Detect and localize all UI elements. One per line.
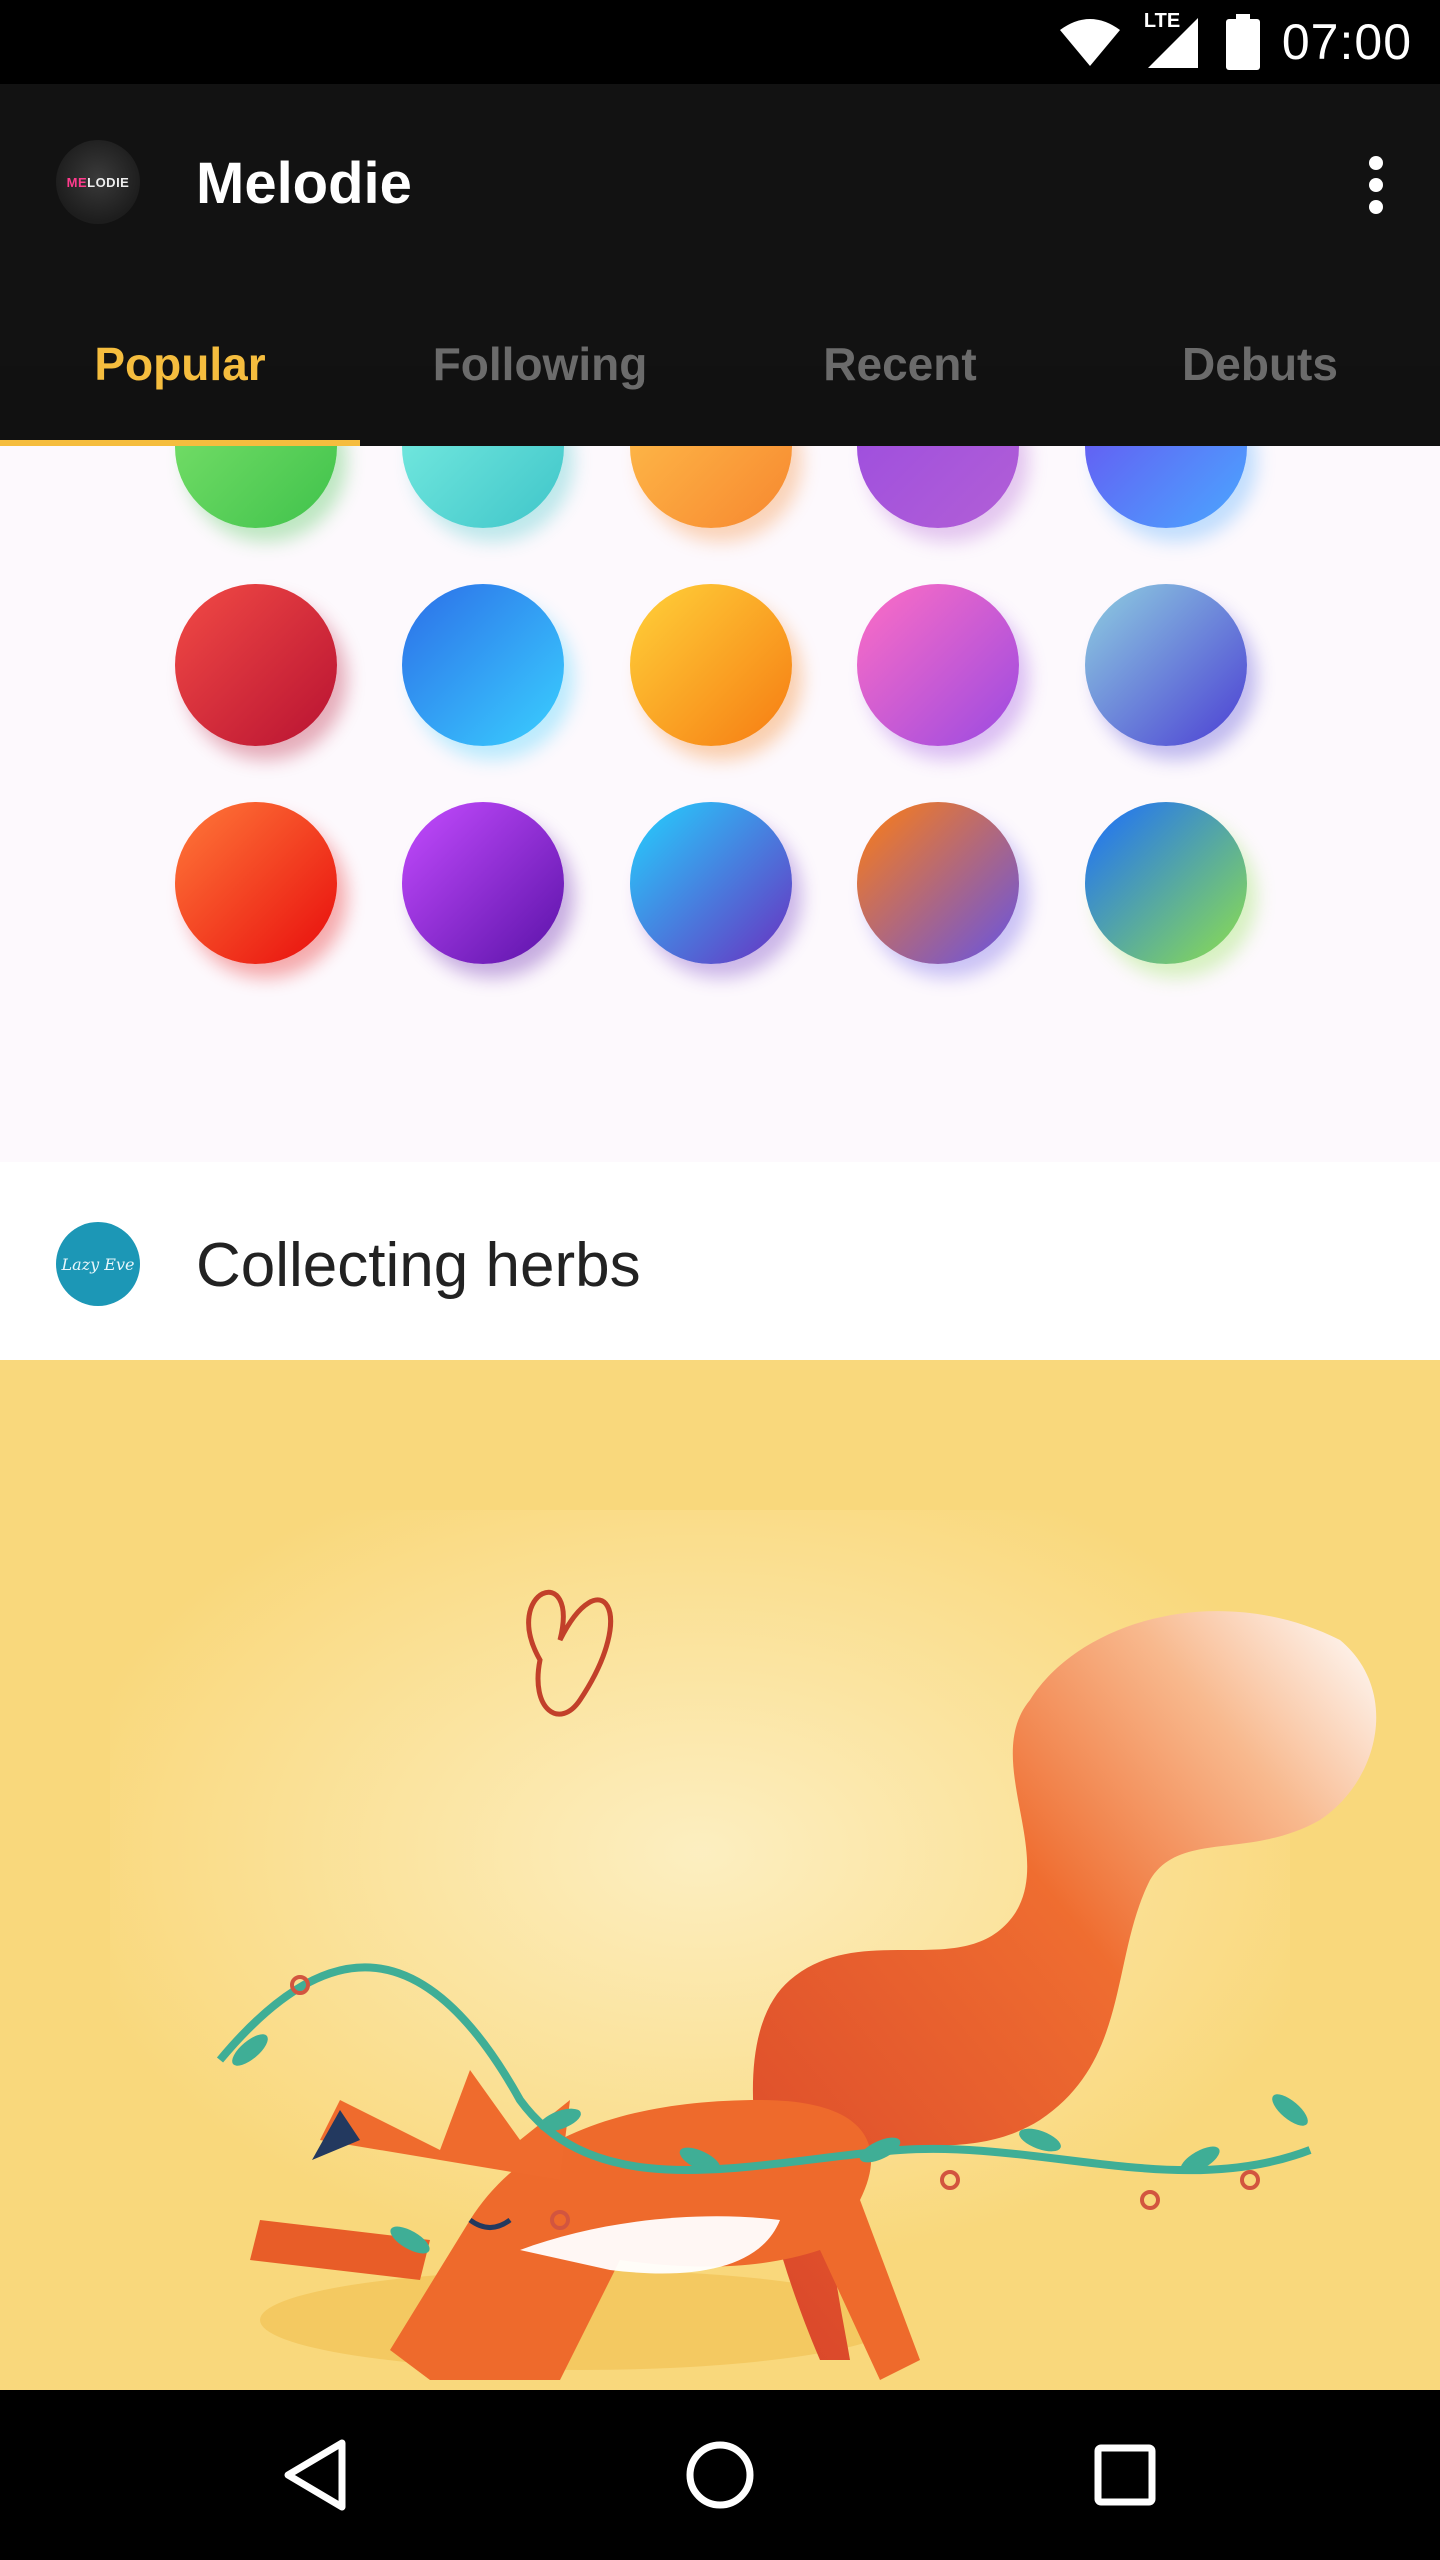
battery-icon [1225,14,1260,70]
fox-artwork[interactable] [0,1360,1440,2390]
gradient-palette-artwork[interactable] [0,446,1440,1162]
app-title: Melodie [196,151,412,216]
status-time: 07:00 [1281,14,1412,70]
gradient-swatch [402,802,564,964]
gradient-swatch [1085,446,1247,528]
app-logo[interactable]: ME LODIE [56,140,140,224]
gradient-swatch [402,446,564,528]
tab-debuts[interactable]: Debuts [1080,282,1440,446]
cell-signal-icon: LTE [1144,10,1204,70]
gradient-swatch [175,584,337,746]
menu-dot [1369,178,1383,192]
gradient-swatch [857,802,1019,964]
wifi-icon [1058,16,1122,68]
gradient-swatch [175,446,337,528]
menu-dot [1369,200,1383,214]
logo-text-pink: ME [66,174,88,190]
author-avatar[interactable]: Lazy Eve [56,1222,140,1306]
status-icons: LTE 07:00 [1058,0,1412,84]
gradient-swatch [1085,802,1247,964]
gradient-swatch [857,584,1019,746]
tab-following[interactable]: Following [360,282,720,446]
menu-dot [1369,156,1383,170]
gradient-swatch [630,802,792,964]
recents-icon[interactable] [1075,2425,1175,2525]
status-bar: LTE 07:00 [0,0,1440,84]
fox-illustration [0,1360,1440,2390]
gradient-swatch [402,584,564,746]
home-icon[interactable] [670,2425,770,2525]
overflow-menu-icon[interactable] [1352,150,1400,220]
feed[interactable]: Lazy Eve Collecting herbs [0,446,1440,2390]
tab-popular[interactable]: Popular [0,282,360,446]
logo-text-white: LODIE [87,174,130,190]
gradient-swatch [630,446,792,528]
gradient-swatch [857,446,1019,528]
network-type-label: LTE [1143,10,1181,32]
gradient-swatch [1085,584,1247,746]
post-title[interactable]: Collecting herbs [196,1230,641,1301]
tab-recent[interactable]: Recent [720,282,1080,446]
gradient-swatch [175,802,337,964]
gradient-swatch [630,584,792,746]
back-icon[interactable] [265,2425,365,2525]
